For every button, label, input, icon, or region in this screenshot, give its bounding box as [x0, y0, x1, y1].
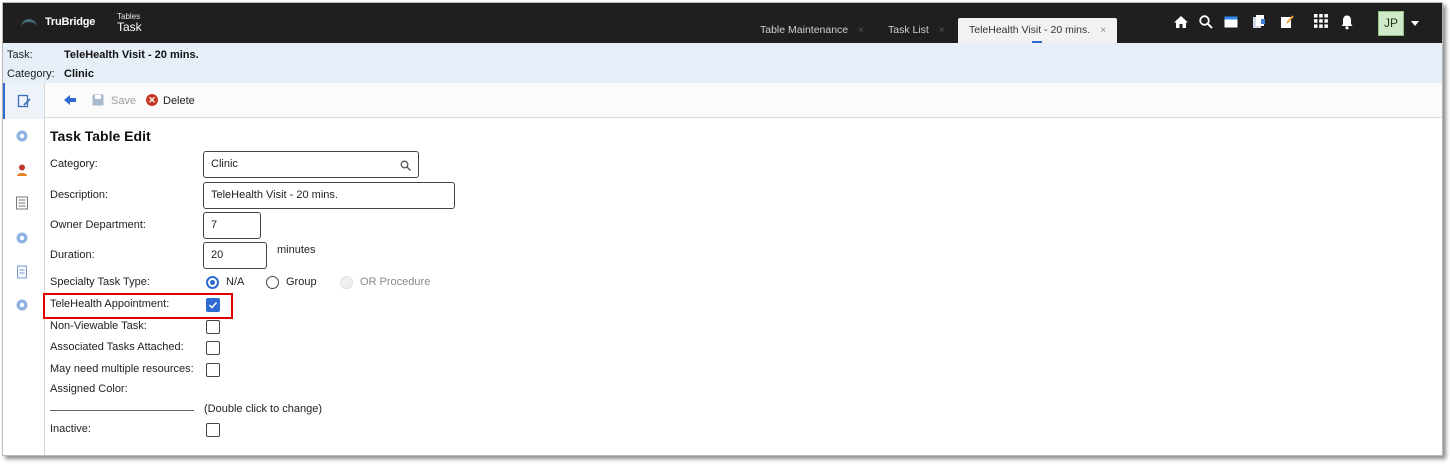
left-sidebar	[3, 83, 45, 455]
duration-field[interactable]: 20	[203, 242, 267, 269]
close-icon[interactable]: ×	[1100, 25, 1106, 36]
delete-button[interactable]: Delete	[163, 95, 195, 107]
cube-icon[interactable]	[14, 231, 30, 247]
duration-label: Duration:	[50, 249, 95, 261]
task-info-bar: Task: TeleHealth Visit - 20 mins. Catego…	[3, 43, 1442, 83]
user-avatar[interactable]: JP	[1378, 11, 1404, 36]
telehealth-appointment-checkbox[interactable]	[206, 298, 220, 312]
chevron-down-icon[interactable]	[1411, 21, 1419, 26]
description-field-label: Description:	[50, 189, 109, 201]
category-field-value: Clinic	[211, 158, 238, 170]
category-field[interactable]: Clinic	[203, 151, 419, 178]
save-button[interactable]: Save	[111, 95, 136, 107]
radio-group-label: Group	[286, 276, 317, 288]
home-icon[interactable]	[1172, 14, 1190, 32]
task-value: TeleHealth Visit - 20 mins.	[64, 49, 199, 61]
inactive-label: Inactive:	[50, 423, 91, 435]
sidebar-item-edit[interactable]	[3, 83, 44, 119]
documents-icon[interactable]	[1250, 14, 1268, 32]
category-value: Clinic	[64, 68, 94, 80]
radio-na-label: N/A	[226, 276, 245, 288]
tab-table-maintenance[interactable]: Table Maintenance ×	[760, 18, 864, 43]
close-icon[interactable]: ×	[858, 25, 864, 36]
edit-document-icon	[16, 94, 32, 110]
multiple-resources-checkbox[interactable]	[206, 363, 220, 377]
trubridge-logo-icon	[21, 19, 37, 30]
bell-icon[interactable]	[1338, 14, 1356, 32]
associated-tasks-checkbox[interactable]	[206, 341, 220, 355]
radio-or-procedure-label: OR Procedure	[360, 276, 431, 288]
task-label: Task:	[7, 49, 33, 61]
window-icon[interactable]	[1222, 14, 1240, 32]
delete-icon: ✕	[146, 94, 158, 106]
tab-label: Task List	[888, 24, 929, 36]
back-arrow-icon[interactable]	[63, 93, 77, 107]
assigned-color-label: Assigned Color:	[50, 383, 128, 395]
apps-grid-icon[interactable]	[1312, 14, 1330, 32]
save-icon	[92, 94, 104, 106]
tab-telehealth-visit[interactable]: TeleHealth Visit - 20 mins. ×	[958, 18, 1118, 43]
close-icon[interactable]: ×	[939, 25, 945, 36]
category-label: Category:	[7, 68, 55, 80]
tab-label: Table Maintenance	[760, 24, 849, 36]
color-hint: (Double click to change)	[204, 403, 323, 415]
radio-or-procedure	[340, 276, 353, 289]
page-title: Task Table Edit	[50, 128, 151, 144]
tab-label: TeleHealth Visit - 20 mins.	[969, 24, 1091, 36]
top-bar: TruBridge Tables Task Table Maintenance ×…	[3, 3, 1442, 43]
notes-icon[interactable]	[1278, 14, 1296, 32]
description-field[interactable]: TeleHealth Visit - 20 mins.	[203, 182, 455, 209]
app-window: TruBridge Tables Task Table Maintenance ×…	[2, 2, 1443, 456]
non-viewable-task-label: Non-Viewable Task:	[50, 320, 147, 332]
assigned-color-swatch[interactable]	[50, 410, 194, 411]
search-icon[interactable]	[400, 152, 411, 180]
context-title: Task	[117, 20, 142, 34]
telehealth-appointment-label: TeleHealth Appointment:	[50, 298, 170, 310]
owner-department-label: Owner Department:	[50, 219, 146, 231]
duration-unit: minutes	[277, 244, 316, 256]
multiple-resources-label: May need multiple resources:	[50, 363, 194, 375]
owner-department-field[interactable]: 7	[203, 212, 261, 239]
non-viewable-task-checkbox[interactable]	[206, 320, 220, 334]
list-icon[interactable]	[14, 196, 30, 212]
action-toolbar: Save ✕ Delete	[45, 83, 1442, 118]
person-icon[interactable]	[14, 163, 30, 179]
document-icon[interactable]	[14, 265, 30, 281]
tab-task-list[interactable]: Task List ×	[888, 18, 945, 43]
brand-name: TruBridge	[45, 16, 96, 28]
cube-icon[interactable]	[14, 298, 30, 314]
radio-group[interactable]	[266, 276, 279, 289]
search-icon[interactable]	[1197, 14, 1215, 32]
specialty-task-type-label: Specialty Task Type:	[50, 276, 150, 288]
cube-icon[interactable]	[14, 129, 30, 145]
associated-tasks-label: Associated Tasks Attached:	[50, 341, 184, 353]
radio-na[interactable]	[206, 276, 219, 289]
category-field-label: Category:	[50, 158, 98, 170]
inactive-checkbox[interactable]	[206, 423, 220, 437]
